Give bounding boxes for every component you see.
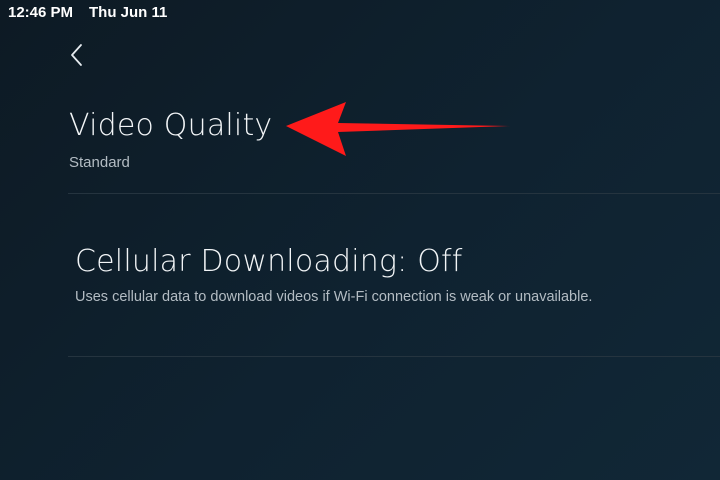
video-quality-title: Video Quality <box>69 108 273 143</box>
arrow-left-icon <box>286 102 510 156</box>
cellular-downloading-setting[interactable]: Cellular Downloading: Off Uses cellular … <box>75 242 715 318</box>
video-quality-value: Standard <box>69 154 130 171</box>
back-button[interactable] <box>66 42 90 70</box>
cellular-downloading-title: Cellular Downloading: Off <box>75 244 463 279</box>
status-time: 12:46 PM <box>8 4 74 21</box>
status-date: Thu Jun 11 <box>89 4 168 21</box>
cellular-downloading-description: Uses cellular data to download videos if… <box>75 289 593 305</box>
chevron-left-icon <box>71 44 82 66</box>
status-bar: 12:46 PM Thu Jun 11 <box>0 0 720 26</box>
divider <box>68 356 720 357</box>
divider <box>68 193 720 194</box>
